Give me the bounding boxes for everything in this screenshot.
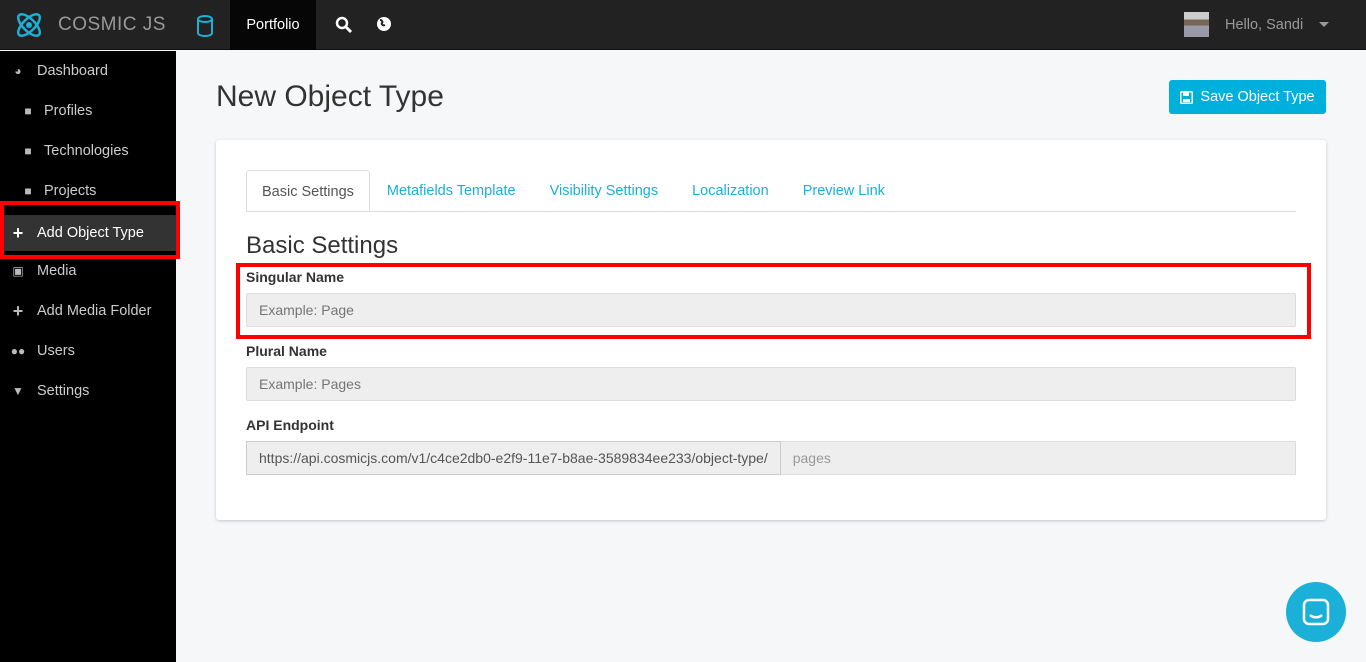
bucket-tab[interactable]: Portfolio [230,0,316,50]
sidebar: ◕ Dashboard ■ Profiles ■ Technologies ■ Proj… [0,51,176,662]
top-navbar: COSMIC JS Portfolio Hello, Sandi [0,0,1366,50]
caret-down-icon: ▼ [12,384,24,398]
tab-metafields-template[interactable]: Metafields Template [370,170,533,211]
folder-icon: ■ [24,184,32,198]
save-object-type-button[interactable]: Save Object Type [1169,80,1326,114]
cosmic-logo-icon [16,12,42,38]
chat-icon [1302,598,1330,626]
tab-visibility-settings[interactable]: Visibility Settings [533,170,676,211]
api-endpoint-prefix: https://api.cosmicjs.com/v1/c4ce2db0-e2f… [246,441,781,475]
highlight-box [236,263,1311,339]
tabs: Basic Settings Metafields Template Visib… [246,170,1296,213]
tab-preview-link[interactable]: Preview Link [786,170,902,211]
plural-name-label: Plural Name [246,343,327,359]
api-endpoint-slug-input[interactable]: pages [780,441,1296,475]
api-endpoint-group: https://api.cosmicjs.com/v1/c4ce2db0-e2f… [246,441,1296,475]
sidebar-item-add-media-folder[interactable]: + Add Media Folder [0,291,176,331]
sidebar-item-users[interactable]: ●● Users [0,331,176,371]
logo[interactable]: COSMIC JS [14,10,166,40]
folder-icon: ■ [24,104,32,118]
folder-icon: ■ [24,144,32,158]
brand-name: COSMIC JS [58,14,166,35]
page-title: New Object Type [216,80,444,113]
floppy-disk-icon [1180,90,1194,104]
user-greeting: Hello, Sandi [1225,16,1304,33]
section-title: Basic Settings [246,232,399,259]
chat-launcher-button[interactable] [1286,582,1346,642]
highlight-box [0,201,180,259]
users-icon: ●● [10,344,26,358]
tab-basic-settings[interactable]: Basic Settings [246,170,370,213]
database-icon[interactable] [196,15,214,37]
search-icon[interactable] [335,16,353,34]
sidebar-item-dashboard[interactable]: ◕ Dashboard [0,51,176,91]
caret-down-icon [1319,22,1330,27]
user-menu[interactable]: Hello, Sandi [1184,12,1330,37]
api-endpoint-label: API Endpoint [246,417,334,433]
sidebar-item-technologies[interactable]: ■ Technologies [0,131,176,171]
sidebar-item-settings[interactable]: ▼ Settings [0,371,176,411]
avatar [1184,12,1209,37]
plural-name-input[interactable] [246,367,1296,401]
image-icon: ▣ [12,264,24,278]
globe-icon[interactable] [376,16,392,32]
tab-localization[interactable]: Localization [675,170,786,211]
dashboard-icon: ◕ [14,64,22,78]
sidebar-item-profiles[interactable]: ■ Profiles [0,91,176,131]
plus-icon: + [12,300,24,321]
